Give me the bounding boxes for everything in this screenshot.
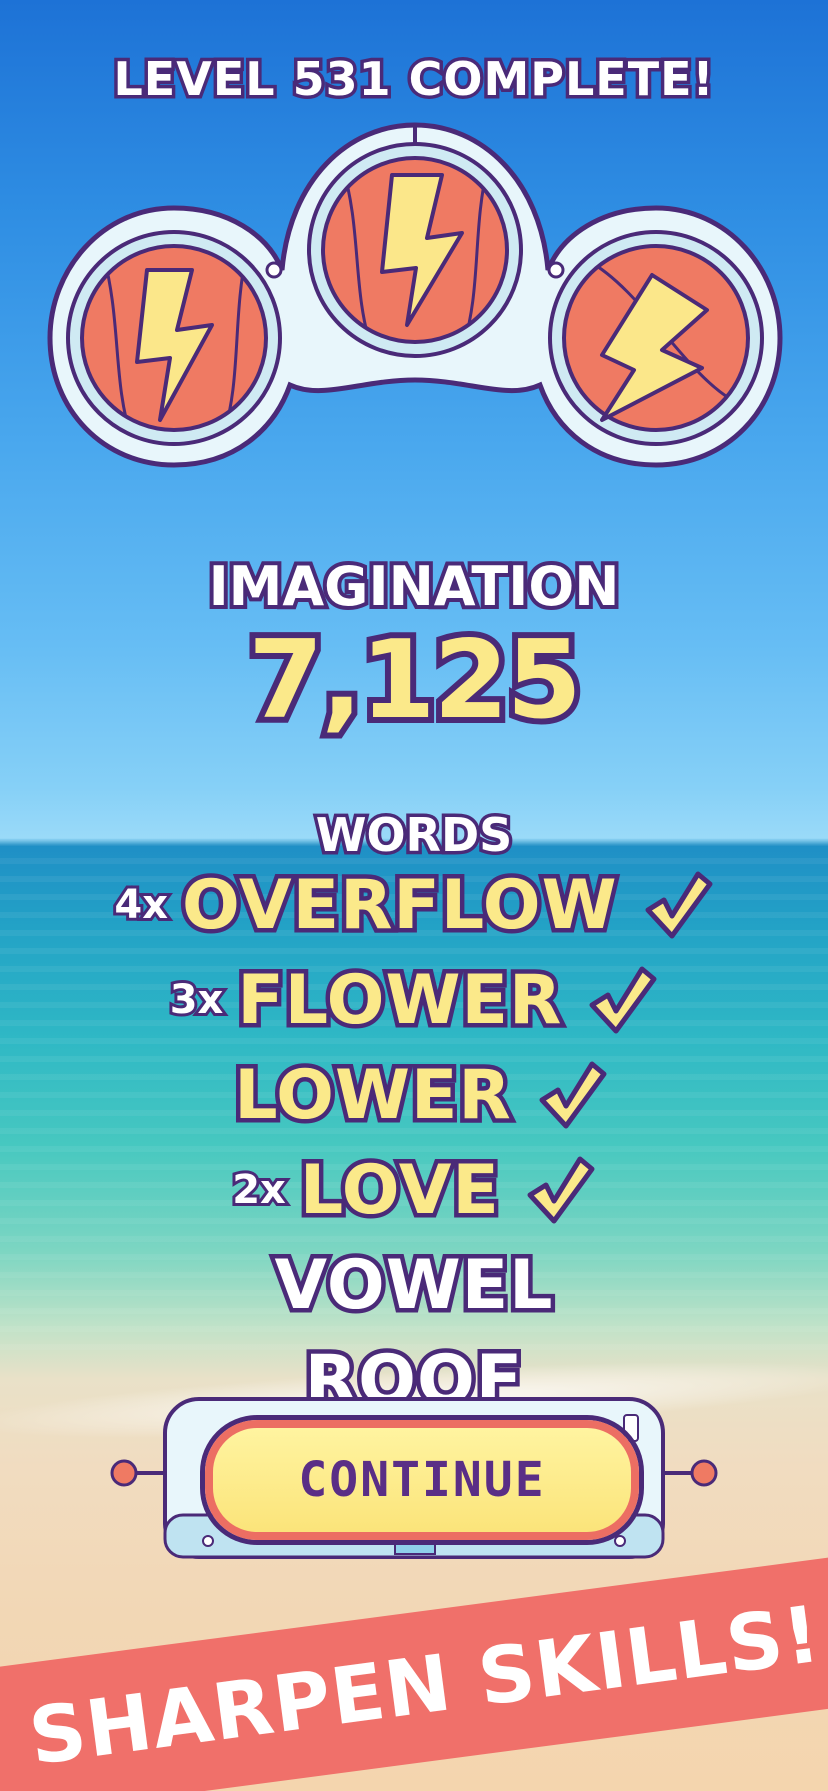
word-row: LOWER [0, 1050, 828, 1140]
continue-button-housing: CONTINUE [110, 1395, 718, 1565]
badge-2 [307, 142, 523, 358]
checkmark-icon [645, 871, 713, 939]
word-text: VOWEL [270, 1241, 557, 1329]
word-row: 2x LOVE [0, 1145, 828, 1235]
word-row: 3x FLOWER [0, 955, 828, 1045]
checkmark-icon [527, 1156, 595, 1224]
word-multiplier: 2x [229, 1164, 289, 1216]
continue-button-label: CONTINUE [298, 1452, 546, 1508]
word-multiplier: 3x [167, 974, 227, 1026]
word-text: ROOF [300, 1336, 526, 1400]
level-complete-screen: LEVEL 531 COMPLETE! IMAGINATION 7,125 WO… [0, 0, 828, 1791]
word-row: VOWEL [0, 1240, 828, 1330]
checkmark-icon [539, 1061, 607, 1129]
continue-button[interactable]: CONTINUE [205, 1420, 639, 1540]
level-complete-title: LEVEL 531 COMPLETE! [110, 49, 717, 110]
badge-3 [548, 230, 764, 446]
imagination-label: IMAGINATION [205, 551, 624, 622]
promo-banner: SHARPEN SKILLS! [0, 1552, 828, 1791]
word-text: LOWER [230, 1051, 516, 1139]
badge-1 [66, 230, 282, 446]
imagination-score: 7,125 [242, 612, 588, 749]
word-list[interactable]: 4x OVERFLOW 3x FLOWER LOWER 2x LOVE VOWE… [0, 860, 828, 1400]
promo-banner-text: SHARPEN SKILLS! [24, 1589, 826, 1783]
word-text: OVERFLOW [178, 861, 622, 949]
words-label: WORDS [312, 805, 516, 866]
checkmark-icon [589, 966, 657, 1034]
word-row: 4x OVERFLOW [0, 860, 828, 950]
badge-goggles [47, 122, 783, 468]
word-text: LOVE [295, 1146, 503, 1234]
word-row: ROOF [0, 1335, 828, 1400]
word-multiplier: 4x [111, 879, 171, 931]
word-text: FLOWER [233, 956, 566, 1044]
